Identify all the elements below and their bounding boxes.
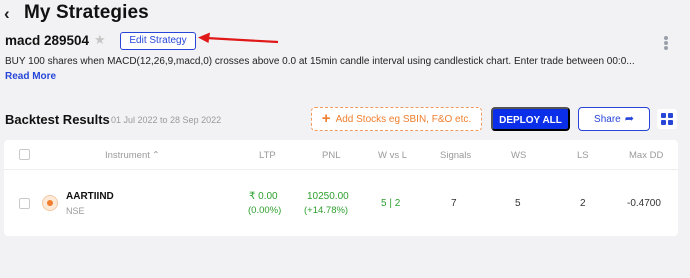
star-icon[interactable]: ★ — [94, 32, 106, 48]
backtest-title: Backtest Results — [5, 112, 110, 127]
ls-value: 2 — [580, 198, 586, 209]
column-instrument[interactable]: Instrument ⌃ — [105, 150, 160, 161]
table-row[interactable]: AARTIIND NSE ₹ 0.00 (0.00%) 10250.00 (+1… — [4, 170, 678, 236]
pnl-value: 10250.00 — [307, 191, 349, 202]
ws-value: 5 — [515, 198, 521, 209]
backtest-table: Instrument ⌃ LTP PNL W vs L Signals WS LS… — [4, 140, 678, 236]
page-title: My Strategies — [24, 2, 149, 23]
page-header: ‹ My Strategies — [0, 0, 690, 30]
column-ltp: LTP — [259, 150, 276, 161]
instrument-symbol: AARTIIND — [66, 191, 114, 202]
signals-value: 7 — [451, 198, 457, 209]
share-label: Share — [594, 114, 621, 125]
strategy-row: macd 289504 ★ Edit Strategy — [0, 30, 690, 54]
add-stocks-button[interactable]: + Add Stocks eg SBIN, F&O etc. — [311, 107, 482, 131]
select-all-checkbox[interactable] — [19, 149, 30, 160]
back-chevron-icon[interactable]: ‹ — [4, 4, 20, 24]
column-instrument-label: Instrument — [105, 150, 150, 161]
column-ls: LS — [577, 150, 589, 161]
column-pnl: PNL — [322, 150, 341, 161]
column-w-vs-l: W vs L — [378, 150, 408, 161]
share-button[interactable]: Share ➦ — [578, 107, 650, 131]
kebab-menu-icon[interactable] — [662, 36, 670, 50]
ltp-change: (0.00%) — [248, 205, 282, 216]
backtest-toolbar: Backtest Results 01 Jul 2022 to 28 Sep 2… — [0, 106, 690, 132]
plus-icon: + — [321, 110, 331, 127]
column-signals: Signals — [440, 150, 472, 161]
backtest-date-range: 01 Jul 2022 to 28 Sep 2022 — [111, 115, 222, 125]
w-vs-l-value: 5 | 2 — [381, 198, 401, 209]
column-ws: WS — [511, 150, 527, 161]
deploy-all-button[interactable]: DEPLOY ALL — [491, 107, 570, 131]
add-stocks-label: Add Stocks eg SBIN, F&O etc. — [335, 114, 472, 125]
pnl-percent: (+14.78%) — [304, 205, 349, 216]
ltp-value: ₹ 0.00 — [249, 191, 278, 202]
strategy-description: BUY 100 shares when MACD(12,26,9,macd,0)… — [5, 56, 635, 67]
annotation-arrow-icon — [198, 32, 279, 44]
strategy-name: macd 289504 — [5, 33, 90, 48]
instrument-exchange: NSE — [66, 206, 85, 216]
grid-view-icon[interactable] — [657, 109, 677, 129]
column-max-dd: Max DD — [629, 150, 664, 161]
row-checkbox[interactable] — [19, 198, 30, 209]
stock-logo-icon — [42, 195, 58, 211]
edit-strategy-button[interactable]: Edit Strategy — [120, 32, 196, 50]
sort-up-icon: ⌃ — [151, 150, 160, 161]
max-dd-value: -0.4700 — [627, 198, 661, 209]
share-arrow-icon: ➦ — [624, 113, 634, 125]
read-more-link[interactable]: Read More — [5, 71, 56, 82]
table-header: Instrument ⌃ LTP PNL W vs L Signals WS LS… — [4, 140, 678, 170]
